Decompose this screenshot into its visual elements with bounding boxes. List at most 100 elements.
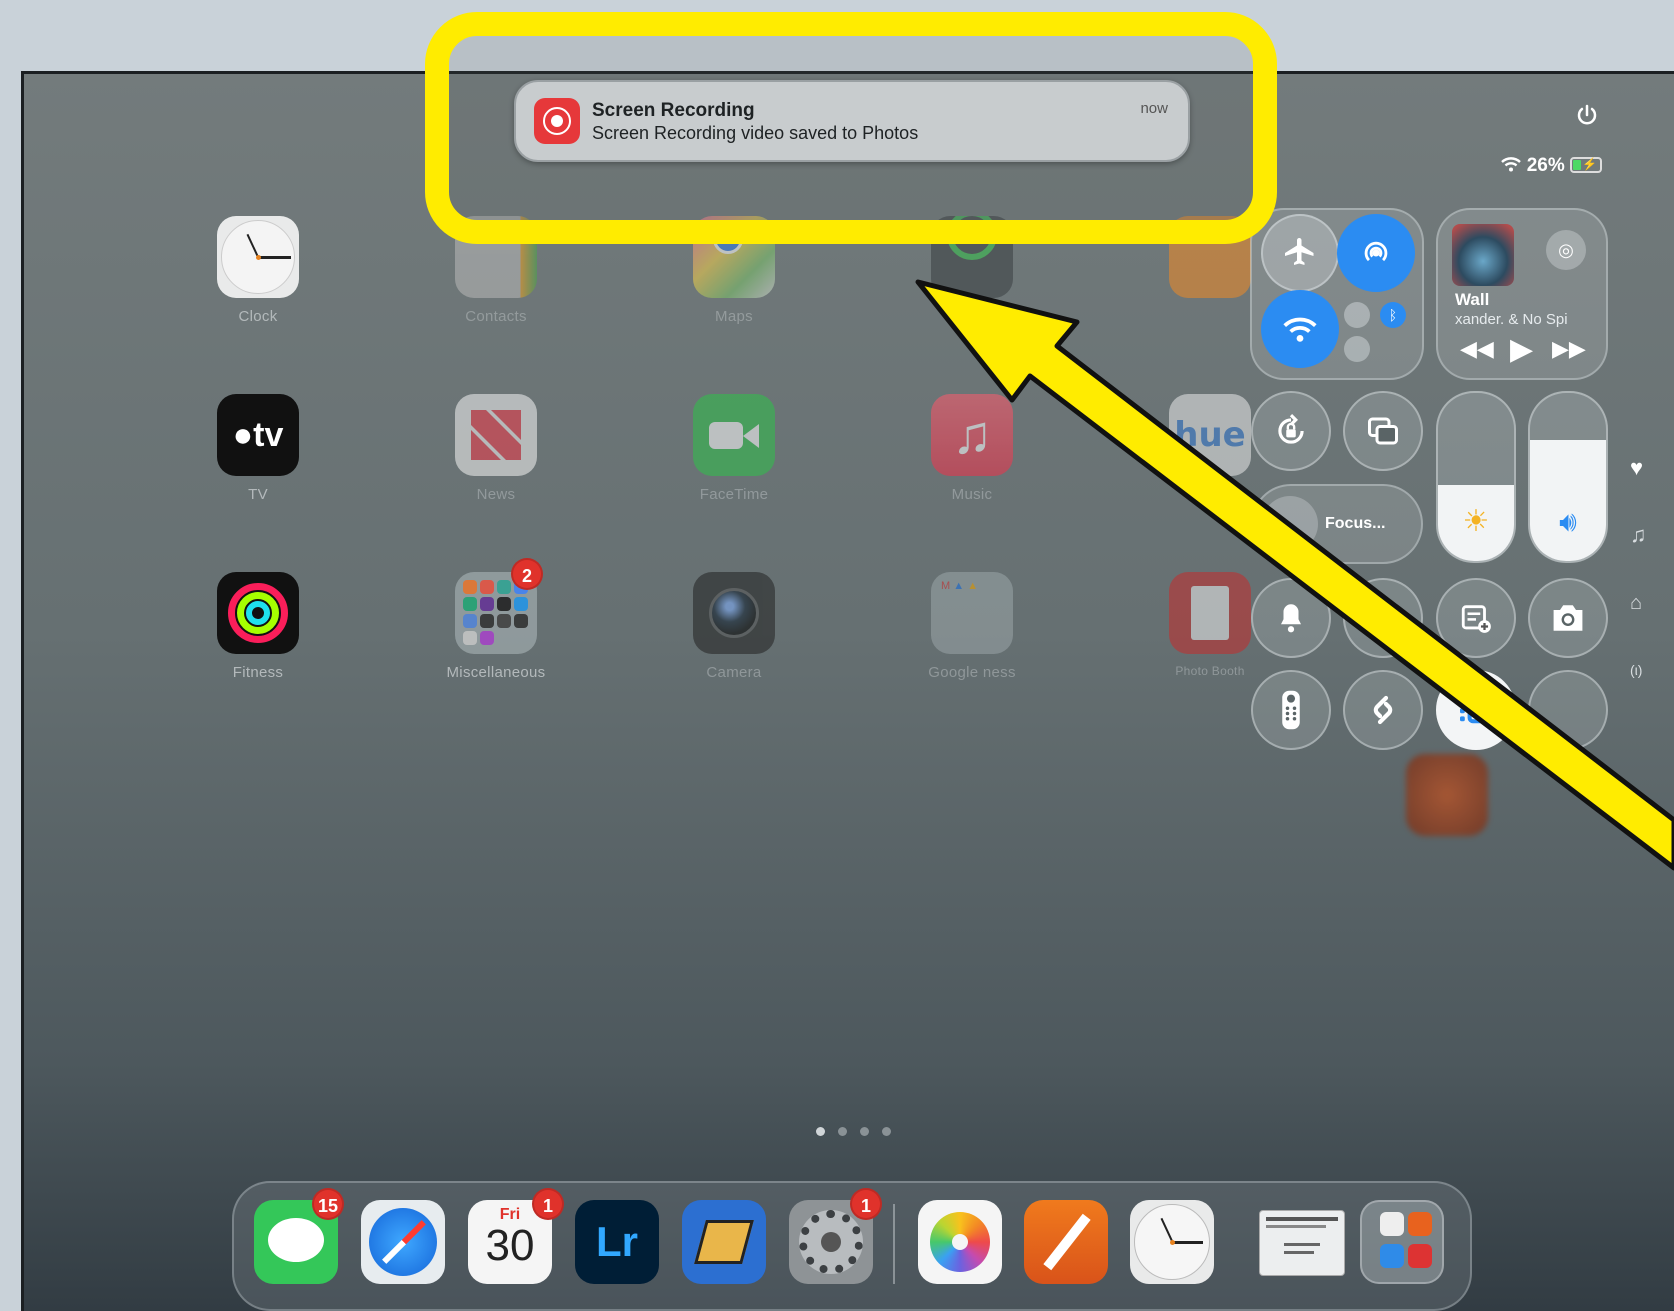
focus-moon-icon bbox=[1262, 496, 1318, 552]
focus-label: Focus... bbox=[1325, 515, 1386, 532]
timer-toggle[interactable] bbox=[1343, 578, 1423, 658]
calendar-date: 30 bbox=[485, 1221, 535, 1270]
apple-tv-icon: ●tv bbox=[217, 394, 299, 476]
app-folder-google[interactable]: M ▲ ▲ Google ness bbox=[917, 572, 1027, 681]
app-news[interactable]: News bbox=[441, 394, 551, 503]
brightness-slider[interactable]: ☀ bbox=[1436, 391, 1516, 563]
quick-note-toggle[interactable] bbox=[1436, 578, 1516, 658]
dock-clock[interactable] bbox=[1130, 1200, 1214, 1284]
notification-badge: 1 bbox=[850, 1188, 882, 1220]
screen-mirroring-icon bbox=[1368, 417, 1398, 445]
camera-icon bbox=[693, 572, 775, 654]
app-music[interactable]: ♫ Music bbox=[917, 394, 1027, 503]
app-label: Music bbox=[951, 486, 993, 503]
page-dot[interactable] bbox=[860, 1127, 869, 1136]
hotspot-toggle[interactable] bbox=[1344, 336, 1370, 362]
facetime-icon bbox=[693, 394, 775, 476]
quick-note-icon bbox=[1461, 605, 1491, 633]
dock-lightroom[interactable]: Lr bbox=[575, 1200, 659, 1284]
screen-recording-icon bbox=[534, 98, 580, 144]
dock-pages[interactable] bbox=[1024, 1200, 1108, 1284]
bell-icon bbox=[1281, 604, 1301, 633]
airdrop-icon bbox=[1364, 241, 1388, 262]
now-playing-artist: xander. & No Spi bbox=[1455, 311, 1568, 328]
pen-icon bbox=[1043, 1213, 1091, 1271]
page-dot[interactable] bbox=[816, 1127, 825, 1136]
notification-badge: 2 bbox=[511, 558, 543, 590]
dock-safari[interactable] bbox=[361, 1200, 445, 1284]
app-photo-booth[interactable]: Photo Booth bbox=[1155, 572, 1265, 678]
app-hue[interactable]: hue bbox=[1155, 394, 1265, 476]
cellular-toggle[interactable] bbox=[1344, 302, 1370, 328]
orientation-lock-toggle[interactable] bbox=[1251, 391, 1331, 471]
screen-mirroring-toggle[interactable] bbox=[1343, 391, 1423, 471]
app-label: TV bbox=[248, 486, 268, 503]
app-camera[interactable]: Camera bbox=[679, 572, 789, 681]
wifi-toggle[interactable] bbox=[1261, 290, 1339, 368]
hearing-toggle[interactable] bbox=[1528, 670, 1608, 750]
next-track-button[interactable]: ▶▶ bbox=[1552, 336, 1586, 362]
app-clock[interactable]: Clock bbox=[203, 216, 313, 325]
ipad-screen: Clock Contacts Maps ●tv TV News FaceTime… bbox=[21, 71, 1674, 1311]
battery-charging-icon: ⚡ bbox=[1570, 157, 1602, 173]
camera-icon bbox=[1553, 605, 1583, 631]
app-label: News bbox=[476, 486, 516, 503]
dock-drawing-app[interactable] bbox=[682, 1200, 766, 1284]
page-dot[interactable] bbox=[882, 1127, 891, 1136]
notification-title: Screen Recording bbox=[592, 100, 755, 121]
apple-tv-remote-toggle[interactable] bbox=[1251, 670, 1331, 750]
hue-icon: hue bbox=[1169, 394, 1251, 476]
dock-divider bbox=[893, 1204, 895, 1284]
home-icon[interactable]: ⌂ bbox=[1630, 592, 1642, 615]
airplay-icon[interactable]: ◎ bbox=[1546, 230, 1586, 270]
app-fitness[interactable]: Fitness bbox=[203, 572, 313, 681]
folder-icon: M ▲ ▲ bbox=[931, 572, 1013, 654]
previous-track-button[interactable]: ◀◀ bbox=[1460, 336, 1494, 362]
airplane-mode-toggle[interactable] bbox=[1261, 214, 1339, 292]
app-label: Fitness bbox=[232, 664, 284, 681]
notification-banner[interactable]: Screen Recording Screen Recording video … bbox=[514, 80, 1190, 162]
sun-icon: ☀ bbox=[1462, 505, 1490, 538]
wifi-icon bbox=[1501, 155, 1526, 176]
heart-icon[interactable]: ♥ bbox=[1630, 455, 1643, 481]
news-icon bbox=[455, 394, 537, 476]
stage-manager-icon bbox=[1460, 696, 1494, 724]
app-label: Miscellaneous bbox=[446, 664, 546, 681]
power-icon[interactable] bbox=[1576, 104, 1598, 131]
silent-mode-toggle[interactable] bbox=[1251, 578, 1331, 658]
shazam-icon bbox=[1373, 695, 1393, 725]
app-facetime[interactable]: FaceTime bbox=[679, 394, 789, 503]
volume-slider[interactable]: 🔊︎ bbox=[1528, 391, 1608, 563]
app-tv[interactable]: ●tv TV bbox=[203, 394, 313, 503]
clock-center-icon bbox=[1170, 1240, 1175, 1245]
message-bubble-icon bbox=[268, 1218, 324, 1262]
page-indicator[interactable] bbox=[816, 1123, 904, 1141]
bluetooth-icon: ᛒ bbox=[1388, 307, 1398, 323]
dock-app-library[interactable] bbox=[1360, 1200, 1444, 1284]
stage-manager-toggle[interactable] bbox=[1436, 670, 1516, 750]
app-label: Photo Booth bbox=[1175, 664, 1245, 678]
app-label: Camera bbox=[706, 664, 762, 681]
page-dot[interactable] bbox=[838, 1127, 847, 1136]
music-note-icon[interactable]: ♫ bbox=[1630, 522, 1647, 548]
camera-toggle[interactable] bbox=[1528, 578, 1608, 658]
wifi-icon bbox=[1283, 317, 1317, 342]
airplane-icon bbox=[1285, 238, 1314, 265]
lightroom-text: Lr bbox=[596, 1218, 638, 1265]
battery-percent: 26% bbox=[1526, 155, 1565, 176]
signal-icon[interactable]: (ι) bbox=[1630, 662, 1642, 678]
now-playing-title: Wall bbox=[1455, 290, 1490, 309]
dock-photos[interactable] bbox=[918, 1200, 1002, 1284]
dock-recent-document[interactable] bbox=[1259, 1210, 1345, 1276]
shazam-toggle[interactable] bbox=[1343, 670, 1423, 750]
volume-fill bbox=[1530, 440, 1606, 561]
bluetooth-toggle[interactable]: ᛒ bbox=[1380, 302, 1406, 328]
app-label: Contacts bbox=[465, 308, 527, 325]
clock-icon bbox=[217, 216, 299, 298]
album-art bbox=[1452, 224, 1514, 286]
notification-badge: 1 bbox=[532, 1188, 564, 1220]
airdrop-toggle[interactable] bbox=[1337, 214, 1415, 292]
play-button[interactable]: ▶ bbox=[1510, 332, 1533, 367]
app-folder-miscellaneous[interactable]: 2 Miscellaneous bbox=[441, 558, 551, 681]
music-icon: ♫ bbox=[931, 394, 1013, 476]
